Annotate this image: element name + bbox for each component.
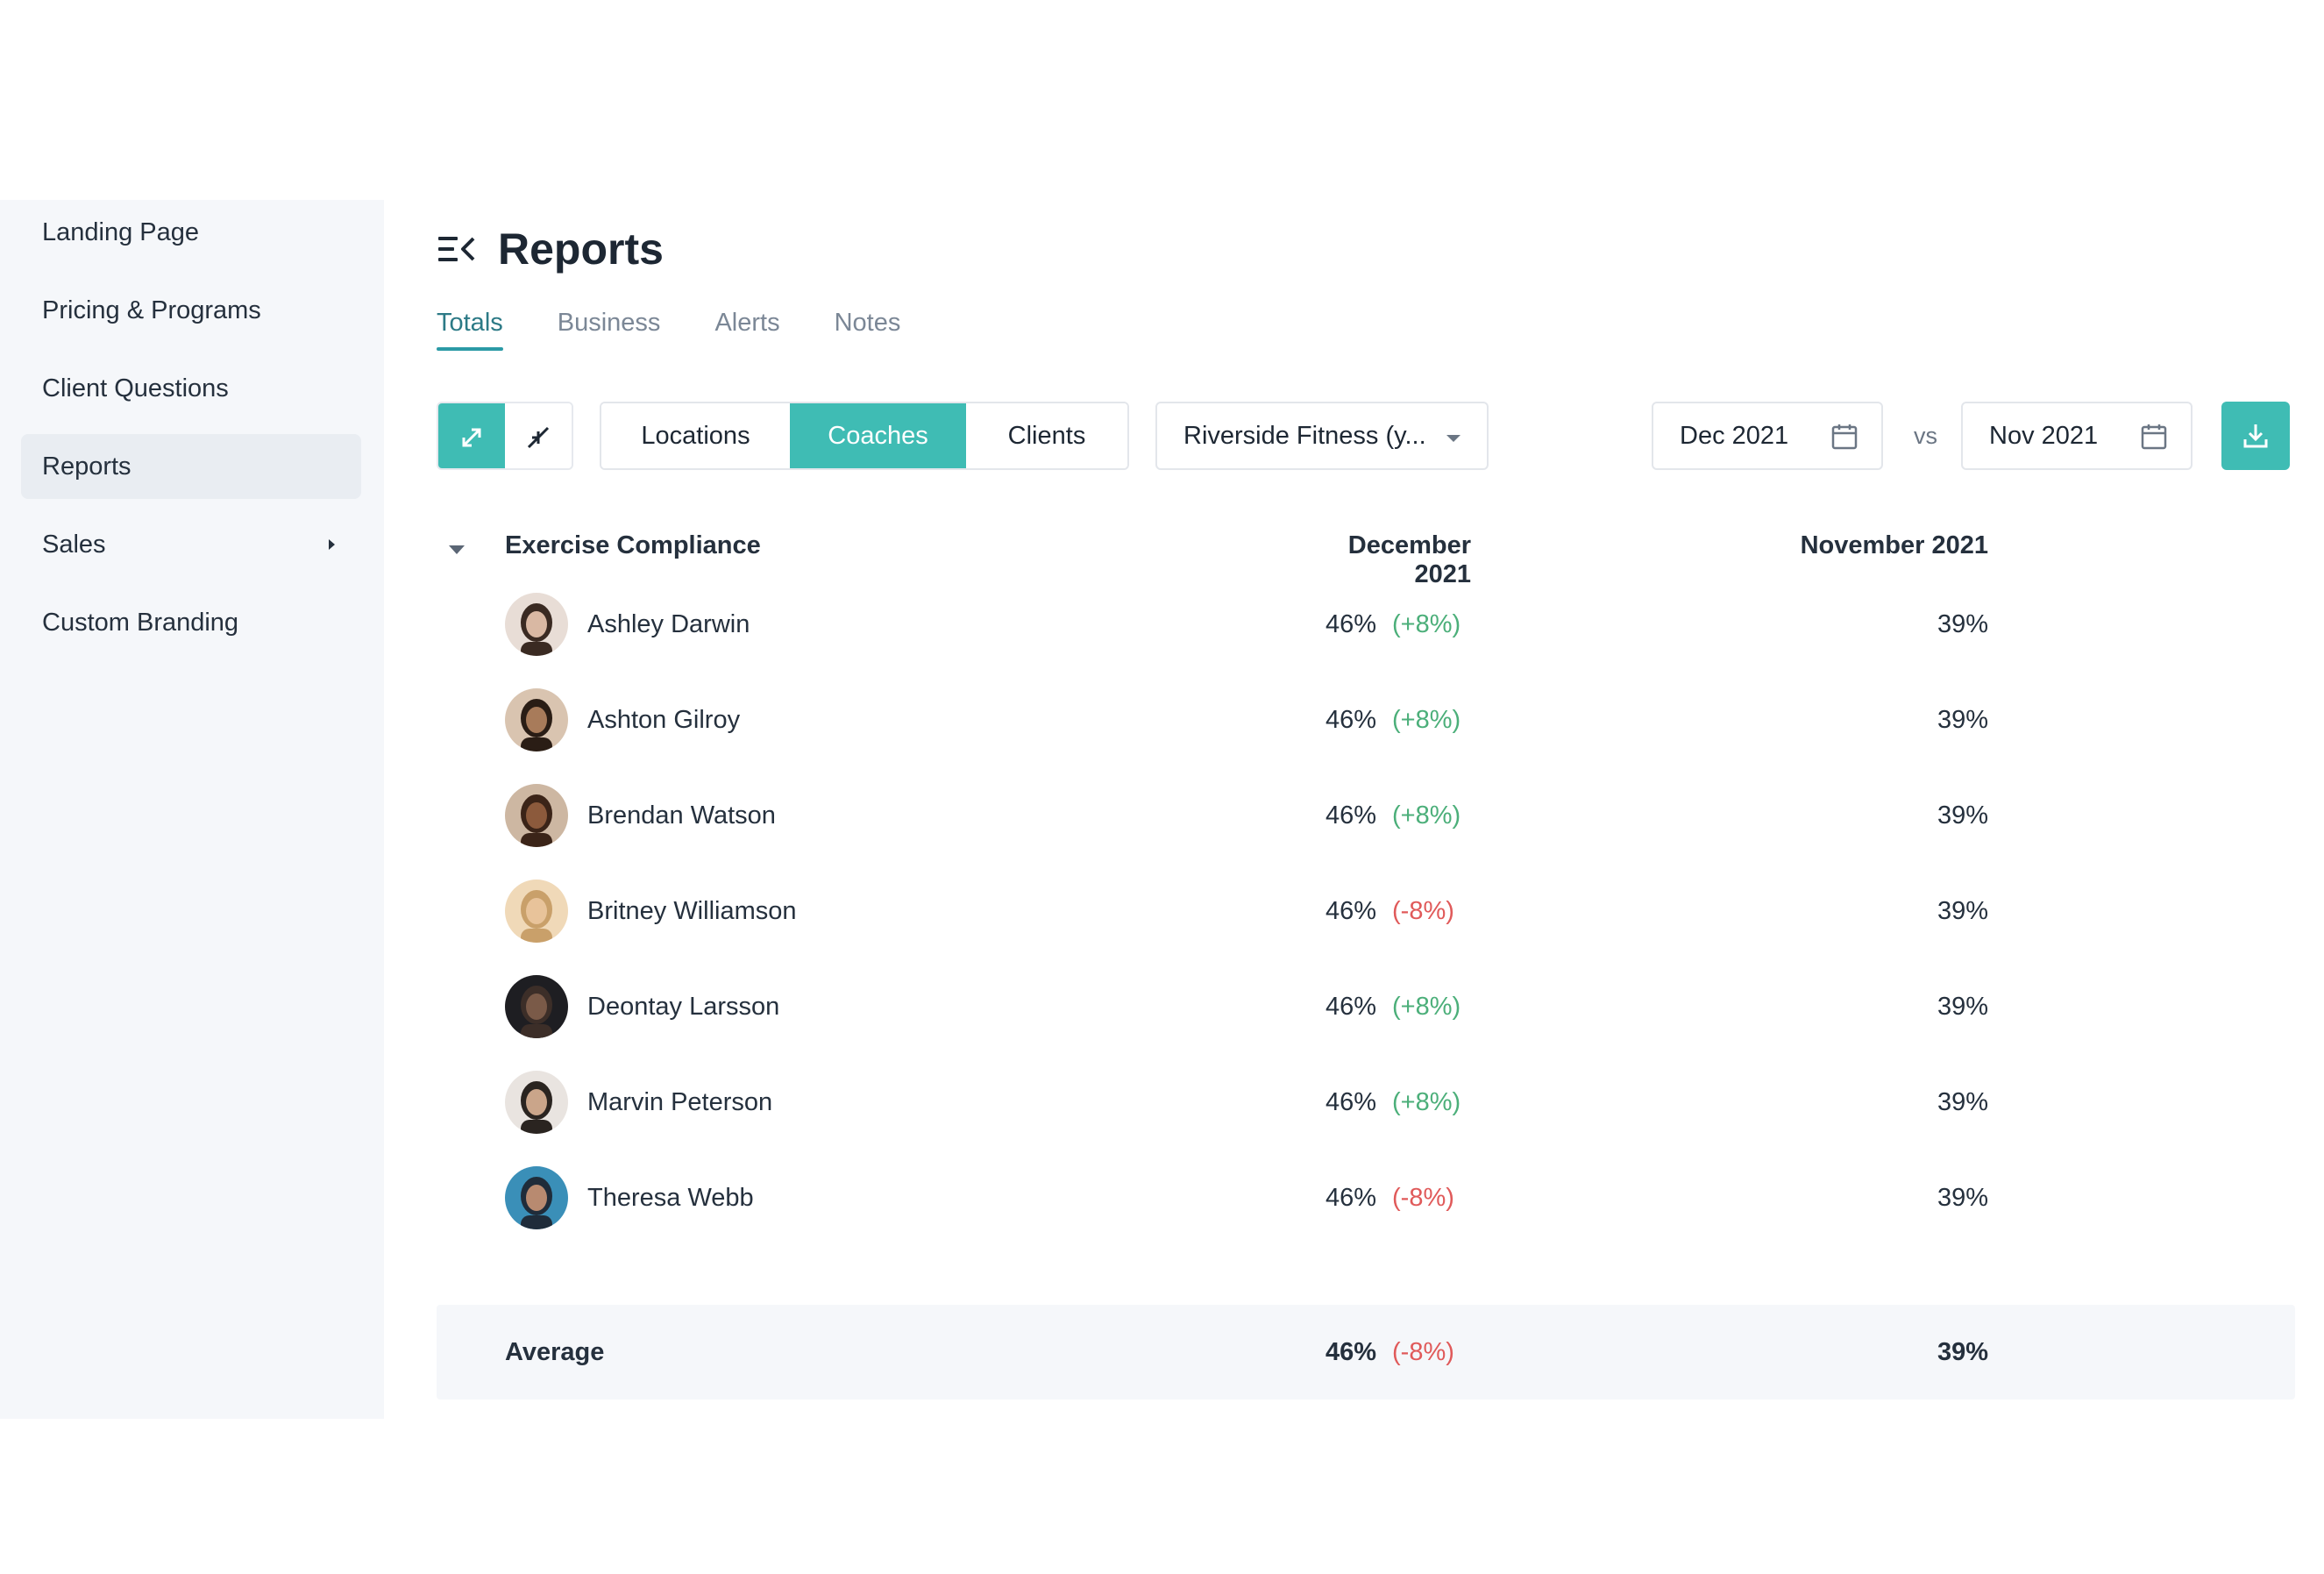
main-content: Reports Totals Business Alerts Notes Loc… <box>437 200 2295 1419</box>
table-row: Ashley Darwin 46% (+8%) 39% <box>437 577 2295 665</box>
sidebar-item-landing-page[interactable]: Landing Page <box>21 200 361 265</box>
delta-value: (+8%) <box>1392 801 1461 830</box>
view-segmented-control: Locations Coaches Clients <box>600 402 1129 470</box>
avatar <box>505 1071 568 1134</box>
coach-name: Brendan Watson <box>587 801 776 830</box>
expand-icon <box>462 428 481 447</box>
table-header: Exercise Compliance December 2021 Novemb… <box>437 524 2295 588</box>
sidebar-item-client-questions[interactable]: Client Questions <box>21 356 361 421</box>
vs-label: vs <box>1914 423 1937 449</box>
table-row: Brendan Watson 46% (+8%) 39% <box>437 768 2295 856</box>
segment-clients[interactable]: Clients <box>966 403 1127 468</box>
previous-value: 39% <box>1937 897 1988 925</box>
average-row: Average 46% (-8%) 39% <box>437 1305 2295 1400</box>
coach-name: Ashley Darwin <box>587 610 750 638</box>
column-header-previous: November 2021 <box>1800 531 1988 559</box>
chevron-right-icon <box>329 539 335 550</box>
current-value: 46% <box>1325 993 1376 1021</box>
coach-name: Theresa Webb <box>587 1184 754 1212</box>
average-previous: 39% <box>1937 1338 1988 1366</box>
tab-notes[interactable]: Notes <box>835 305 901 354</box>
chevron-down-icon <box>1446 435 1460 442</box>
expand-collapse-group <box>437 402 573 470</box>
coach-name: Ashton Gilroy <box>587 706 741 734</box>
current-value: 46% <box>1325 610 1376 638</box>
sidebar-item-reports[interactable]: Reports <box>21 434 361 499</box>
expand-button[interactable] <box>438 403 505 468</box>
sidebar-item-label: Reports <box>42 452 131 481</box>
avatar <box>505 593 568 656</box>
table-row: Britney Williamson 46% (-8%) 39% <box>437 864 2295 951</box>
calendar-icon <box>2141 424 2167 450</box>
previous-value: 39% <box>1937 993 1988 1021</box>
average-label: Average <box>505 1338 605 1366</box>
location-select[interactable]: Riverside Fitness (y... <box>1155 402 1489 470</box>
segment-coaches[interactable]: Coaches <box>790 403 966 468</box>
avatar <box>505 1166 568 1229</box>
sidebar-item-custom-branding[interactable]: Custom Branding <box>21 590 361 655</box>
sidebar-item-label: Landing Page <box>42 217 199 246</box>
sidebar-item-label: Pricing & Programs <box>42 296 261 324</box>
previous-value: 39% <box>1937 1184 1988 1212</box>
coach-name: Deontay Larsson <box>587 993 780 1021</box>
delta-value: (+8%) <box>1392 706 1461 734</box>
average-current: 46% <box>1325 1338 1376 1366</box>
table-row: Theresa Webb 46% (-8%) 39% <box>437 1150 2295 1238</box>
delta-value: (+8%) <box>1392 993 1461 1021</box>
collapse-button[interactable] <box>505 403 572 468</box>
segment-locations[interactable]: Locations <box>601 403 790 468</box>
avatar <box>505 688 568 751</box>
sidebar-item-label: Custom Branding <box>42 608 239 637</box>
coach-name: Britney Williamson <box>587 897 797 925</box>
collapse-icon <box>527 426 550 449</box>
current-value: 46% <box>1325 706 1376 734</box>
date-compare-value: Nov 2021 <box>1989 421 2099 450</box>
previous-value: 39% <box>1937 706 1988 734</box>
current-value: 46% <box>1325 801 1376 830</box>
sidebar-item-label: Client Questions <box>42 374 229 402</box>
location-select-value: Riverside Fitness (y... <box>1183 421 1426 450</box>
delta-value: (-8%) <box>1392 897 1454 925</box>
tab-totals[interactable]: Totals <box>437 305 503 354</box>
table-row: Deontay Larsson 46% (+8%) 39% <box>437 959 2295 1047</box>
sidebar-item-sales[interactable]: Sales <box>21 512 361 577</box>
avatar <box>505 975 568 1038</box>
collapse-menu-icon[interactable] <box>437 231 477 267</box>
tab-alerts[interactable]: Alerts <box>714 305 779 354</box>
collapse-section-icon[interactable] <box>449 545 465 554</box>
previous-value: 39% <box>1937 801 1988 830</box>
current-value: 46% <box>1325 1088 1376 1116</box>
date-current-value: Dec 2021 <box>1680 421 1789 450</box>
page-header: Reports <box>437 214 664 284</box>
average-delta: (-8%) <box>1392 1338 1454 1366</box>
avatar <box>505 784 568 847</box>
download-button[interactable] <box>2221 402 2290 470</box>
app-window: Landing Page Pricing & Programs Client Q… <box>0 200 2324 1419</box>
delta-value: (-8%) <box>1392 1184 1454 1212</box>
date-current-field[interactable]: Dec 2021 <box>1652 402 1883 470</box>
tab-bar: Totals Business Alerts Notes <box>437 305 955 354</box>
download-icon <box>2243 424 2268 448</box>
tab-business[interactable]: Business <box>558 305 661 354</box>
delta-value: (+8%) <box>1392 610 1461 638</box>
calendar-icon <box>1831 424 1858 450</box>
section-label: Exercise Compliance <box>505 531 761 559</box>
previous-value: 39% <box>1937 1088 1988 1116</box>
sidebar-item-label: Sales <box>42 530 106 559</box>
sidebar: Landing Page Pricing & Programs Client Q… <box>0 200 384 1419</box>
table-row: Ashton Gilroy 46% (+8%) 39% <box>437 673 2295 760</box>
coach-name: Marvin Peterson <box>587 1088 773 1116</box>
current-value: 46% <box>1325 897 1376 925</box>
previous-value: 39% <box>1937 610 1988 638</box>
avatar <box>505 880 568 943</box>
current-value: 46% <box>1325 1184 1376 1212</box>
sidebar-item-pricing-programs[interactable]: Pricing & Programs <box>21 278 361 343</box>
toolbar: Locations Coaches Clients Riverside Fitn… <box>437 402 2295 470</box>
delta-value: (+8%) <box>1392 1088 1461 1116</box>
table-row: Marvin Peterson 46% (+8%) 39% <box>437 1055 2295 1143</box>
date-compare-field[interactable]: Nov 2021 <box>1961 402 2193 470</box>
page-title: Reports <box>498 224 664 274</box>
